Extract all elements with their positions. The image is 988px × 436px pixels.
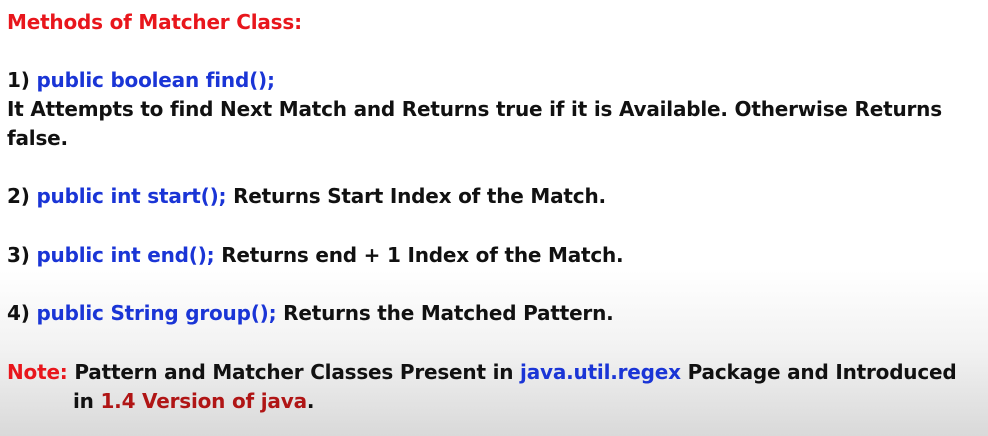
slide: Methods of Matcher Class: 1) public bool… [0,0,988,436]
method-1-description-line2: false. [7,126,68,150]
method-4-line: 4) public String group(); Returns the Ma… [7,299,614,327]
method-3-number: 3) [7,243,30,267]
method-3-line: 3) public int end(); Returns end + 1 Ind… [7,241,624,269]
method-4-description: Returns the Matched Pattern. [283,301,614,325]
note-version: 1.4 Version of java [100,389,307,413]
method-4-signature: public String group(); [36,301,277,325]
method-3-signature: public int end(); [36,243,215,267]
note-label: Note: [7,360,68,384]
page-title: Methods of Matcher Class: [7,10,302,34]
method-1-signature: public boolean find(); [36,68,275,92]
method-1-number: 1) [7,68,30,92]
note-text-a: Pattern and Matcher Classes Present in [74,360,514,384]
method-3-description: Returns end + 1 Index of the Match. [221,243,624,267]
method-4-number: 4) [7,301,30,325]
note-text-c: in [73,389,94,413]
note-line2: in 1.4 Version of java. [73,387,314,415]
method-1-description-line1: It Attempts to find Next Match and Retur… [7,97,942,121]
note-line1: Note: Pattern and Matcher Classes Presen… [7,358,957,386]
method-2-line: 2) public int start(); Returns Start Ind… [7,182,606,210]
method-2-description: Returns Start Index of the Match. [233,184,606,208]
method-2-number: 2) [7,184,30,208]
method-1-heading: 1) public boolean find(); [7,66,275,94]
note-package: java.util.regex [520,360,681,384]
note-end: . [306,389,315,413]
note-text-b: Package and Introduced [687,360,957,384]
method-2-signature: public int start(); [36,184,227,208]
